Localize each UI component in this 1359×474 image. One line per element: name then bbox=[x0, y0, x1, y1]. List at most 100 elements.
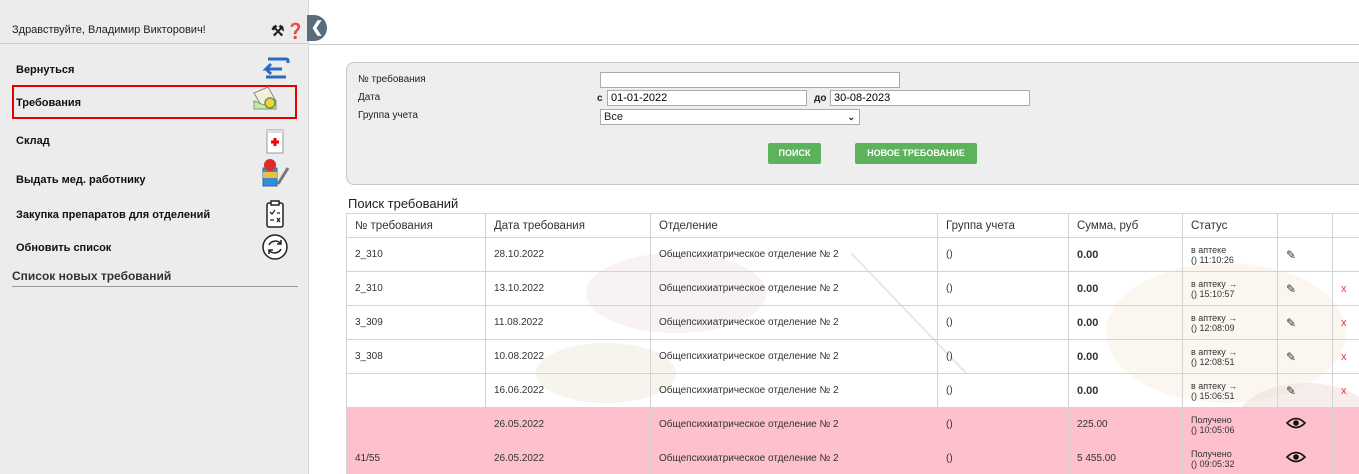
col-header-number[interactable]: № требования bbox=[346, 213, 486, 238]
collapse-sidebar-button[interactable]: ❮ bbox=[307, 15, 327, 41]
table-row[interactable]: 3_309 11.08.2022 Общепсихиатрическое отд… bbox=[346, 305, 1359, 340]
sidebar-item-label: Требования bbox=[16, 97, 82, 109]
give-medicine-icon bbox=[262, 159, 290, 187]
cell-department: Общепсихиатрическое отделение № 2 bbox=[650, 339, 938, 374]
edit-pencil-icon[interactable]: ✎ bbox=[1286, 282, 1296, 296]
cell-group: () bbox=[937, 271, 1069, 306]
cell-department: Общепсихиатрическое отделение № 2 bbox=[650, 237, 938, 272]
col-header-sum[interactable]: Сумма, руб bbox=[1068, 213, 1183, 238]
edit-pencil-icon[interactable]: ✎ bbox=[1286, 384, 1296, 398]
delete-icon[interactable]: x bbox=[1341, 351, 1347, 363]
table-header-row: № требования Дата требования Отделение Г… bbox=[346, 213, 1359, 238]
cell-sum: 225.00 bbox=[1068, 407, 1183, 442]
col-header-date[interactable]: Дата требования bbox=[485, 213, 651, 238]
cell-department: Общепсихиатрическое отделение № 2 bbox=[650, 271, 938, 306]
date-from-input[interactable] bbox=[607, 90, 807, 106]
sidebar-item-warehouse[interactable]: Склад bbox=[12, 123, 297, 157]
cell-delete: x bbox=[1332, 373, 1359, 408]
status-time: () 11:10:26 bbox=[1191, 255, 1234, 265]
status-text: в аптеке bbox=[1191, 245, 1227, 255]
table-row[interactable]: 41/55 26.05.2022 Общепсихиатрическое отд… bbox=[346, 441, 1359, 474]
cell-action: ✎ bbox=[1277, 339, 1333, 374]
sidebar-item-label: Выдать мед. работнику bbox=[16, 174, 146, 186]
edit-pencil-icon[interactable]: ✎ bbox=[1286, 248, 1296, 262]
cell-department: Общепсихиатрическое отделение № 2 bbox=[650, 373, 938, 408]
delete-icon[interactable]: x bbox=[1341, 283, 1347, 295]
date-to-input[interactable] bbox=[830, 90, 1030, 106]
view-eye-icon[interactable] bbox=[1285, 417, 1307, 429]
cell-delete bbox=[1332, 237, 1359, 272]
greeting-text: Здравствуйте, Владимир Викторович! bbox=[12, 24, 206, 36]
number-input[interactable] bbox=[600, 72, 900, 88]
requests-icon bbox=[253, 86, 277, 110]
cell-number: 3_309 bbox=[346, 305, 486, 340]
cell-delete: x bbox=[1332, 339, 1359, 374]
chevron-down-icon: ⌄ bbox=[847, 112, 855, 122]
cell-sum: 0.00 bbox=[1068, 305, 1183, 340]
status-text: в аптеку → bbox=[1191, 347, 1238, 357]
results-title: Поиск требований bbox=[348, 196, 459, 211]
sidebar-item-purchase[interactable]: Закупка препаратов для отделений bbox=[12, 197, 297, 231]
sidebar-item-refresh[interactable]: Обновить список bbox=[12, 230, 297, 264]
cell-date: 16.06.2022 bbox=[485, 373, 651, 408]
table-row[interactable]: 2_310 28.10.2022 Общепсихиатрическое отд… bbox=[346, 237, 1359, 272]
cell-number bbox=[346, 407, 486, 442]
requests-table: № требования Дата требования Отделение Г… bbox=[346, 213, 1359, 474]
status-time: () 10:05:06 bbox=[1191, 425, 1235, 435]
date-to-prefix: до bbox=[814, 93, 827, 104]
col-header-group[interactable]: Группа учета bbox=[937, 213, 1069, 238]
cell-group: () bbox=[937, 339, 1069, 374]
settings-icon[interactable]: ⚒ bbox=[271, 22, 284, 40]
search-button[interactable]: ПОИСК bbox=[768, 143, 821, 164]
cell-action: ✎ bbox=[1277, 305, 1333, 340]
cell-group: () bbox=[937, 407, 1069, 442]
sidebar: Здравствуйте, Владимир Викторович! ⚒ ❓ В… bbox=[0, 0, 309, 474]
delete-icon[interactable]: x bbox=[1341, 385, 1347, 397]
cell-action: ✎ bbox=[1277, 237, 1333, 272]
view-eye-icon[interactable] bbox=[1285, 451, 1307, 463]
col-header-action bbox=[1277, 213, 1333, 238]
back-arrow-icon bbox=[262, 57, 290, 79]
col-header-status[interactable]: Статус bbox=[1182, 213, 1278, 238]
sidebar-item-back[interactable]: Вернуться bbox=[12, 52, 297, 86]
col-header-department[interactable]: Отделение bbox=[650, 213, 938, 238]
cell-delete bbox=[1332, 407, 1359, 442]
table-row[interactable]: 2_310 13.10.2022 Общепсихиатрическое отд… bbox=[346, 271, 1359, 306]
group-select-value: Все bbox=[604, 111, 623, 123]
status-time: () 09:05:32 bbox=[1191, 459, 1235, 469]
help-icon[interactable]: ❓ bbox=[286, 22, 305, 40]
edit-pencil-icon[interactable]: ✎ bbox=[1286, 316, 1296, 330]
sidebar-item-give[interactable]: Выдать мед. работнику bbox=[12, 159, 297, 196]
filter-panel: № требования Дата с до Группа учета Все … bbox=[346, 62, 1359, 185]
cell-date: 26.05.2022 bbox=[485, 407, 651, 442]
table-row[interactable]: 16.06.2022 Общепсихиатрическое отделение… bbox=[346, 373, 1359, 408]
date-label: Дата bbox=[358, 92, 381, 103]
group-label: Группа учета bbox=[358, 110, 418, 121]
cell-sum: 5 455.00 bbox=[1068, 441, 1183, 474]
status-text: Получено bbox=[1191, 449, 1232, 459]
warehouse-icon bbox=[266, 129, 284, 154]
sidebar-item-label: Закупка препаратов для отделений bbox=[16, 209, 211, 221]
cell-delete bbox=[1332, 441, 1359, 474]
edit-pencil-icon[interactable]: ✎ bbox=[1286, 350, 1296, 364]
cell-status: в аптеку →() 12:08:09 bbox=[1182, 305, 1278, 340]
new-request-button[interactable]: НОВОЕ ТРЕБОВАНИЕ bbox=[855, 143, 977, 164]
cell-number bbox=[346, 373, 486, 408]
cell-date: 10.08.2022 bbox=[485, 339, 651, 374]
status-text: в аптеку → bbox=[1191, 313, 1238, 323]
cell-status: в аптеку →() 15:10:57 bbox=[1182, 271, 1278, 306]
top-divider bbox=[309, 44, 1359, 45]
cell-number: 2_310 bbox=[346, 237, 486, 272]
cell-sum: 0.00 bbox=[1068, 271, 1183, 306]
sidebar-item-requests[interactable]: Требования bbox=[12, 85, 297, 119]
table-row[interactable]: 26.05.2022 Общепсихиатрическое отделение… bbox=[346, 407, 1359, 442]
delete-icon[interactable]: x bbox=[1341, 317, 1347, 329]
sidebar-item-label: Вернуться bbox=[16, 64, 75, 76]
status-time: () 15:06:51 bbox=[1191, 391, 1235, 401]
table-row[interactable]: 3_308 10.08.2022 Общепсихиатрическое отд… bbox=[346, 339, 1359, 374]
status-text: Получено bbox=[1191, 415, 1232, 425]
cell-sum: 0.00 bbox=[1068, 237, 1183, 272]
cell-action: ✎ bbox=[1277, 373, 1333, 408]
cell-delete: x bbox=[1332, 305, 1359, 340]
group-select[interactable]: Все ⌄ bbox=[600, 109, 860, 125]
